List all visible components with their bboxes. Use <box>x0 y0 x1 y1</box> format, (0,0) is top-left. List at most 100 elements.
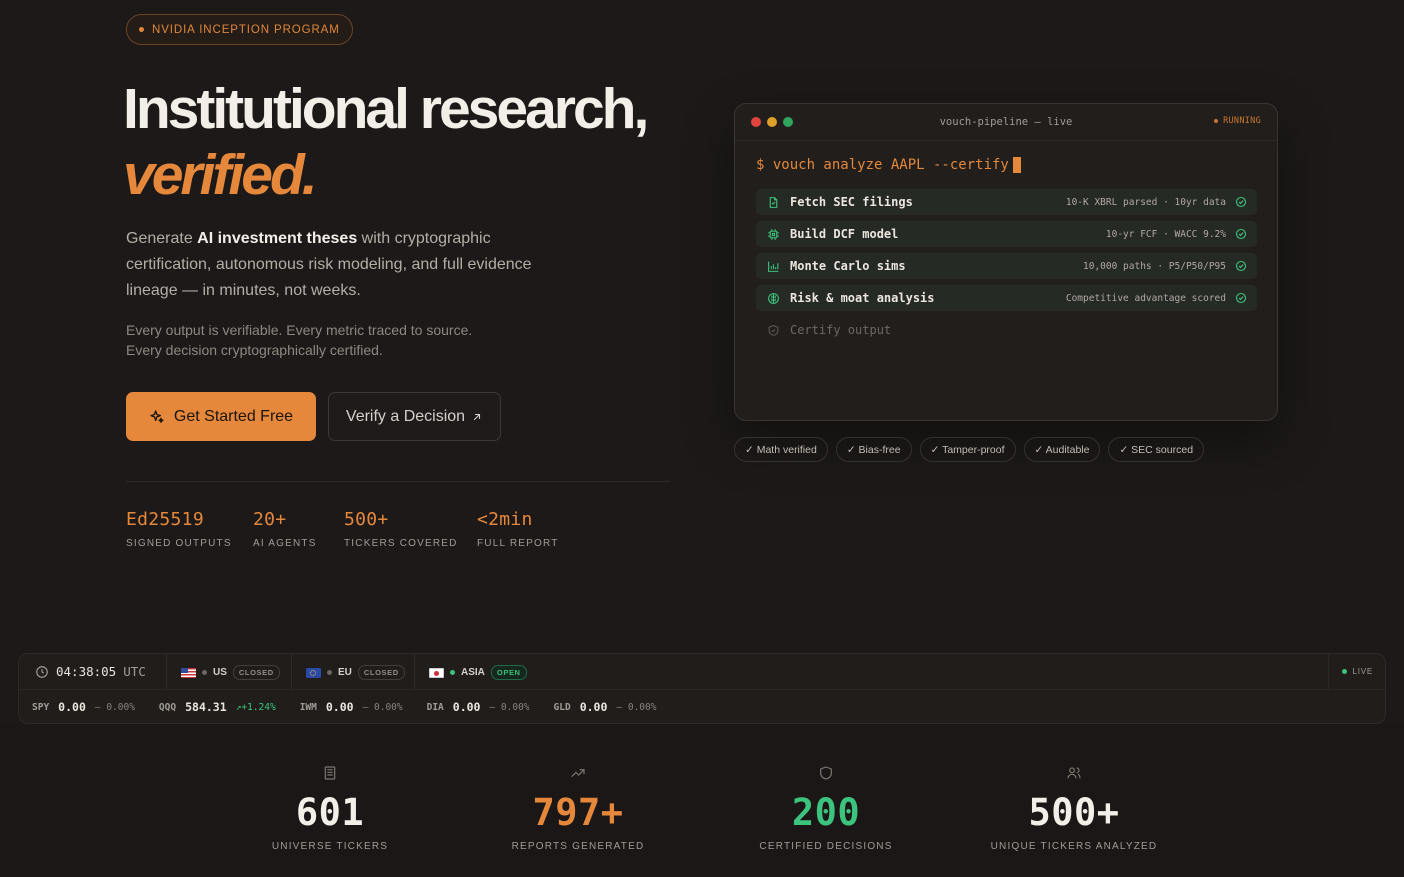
terminal-command: $ vouch analyze AAPL --certify <box>756 157 1021 173</box>
terminal-title: vouch-pipeline — live <box>939 116 1073 128</box>
badge-dot-icon <box>139 27 144 32</box>
terminal-window: vouch-pipeline — live RUNNING $ vouch an… <box>734 103 1278 421</box>
stat-unique-tickers: 500+ UNIQUE TICKERS ANALYZED <box>964 724 1184 852</box>
step-name: Fetch SEC filings <box>790 195 913 209</box>
hero-sublead: Every output is verifiable. Every metric… <box>126 320 546 360</box>
quote-spy[interactable]: SPY 0.00 — 0.00% <box>32 700 135 714</box>
divider <box>291 654 292 690</box>
sublead-line-2: Every decision cryptographically certifi… <box>126 342 383 358</box>
quote-iwm[interactable]: IWM 0.00 — 0.00% <box>300 700 403 714</box>
chip-math-verified: ✓ Math verified <box>734 437 828 462</box>
badge-label: NVIDIA INCEPTION PROGRAM <box>152 23 340 36</box>
stat-label: UNIVERSE TICKERS <box>271 841 389 852</box>
chip-bias-free: ✓ Bias-free <box>835 437 912 462</box>
step-name: Certify output <box>790 323 892 337</box>
stat-label: REPORTS GENERATED <box>511 841 645 852</box>
get-started-button[interactable]: Get Started Free <box>126 392 316 441</box>
verify-decision-button[interactable]: Verify a Decision <box>328 392 501 441</box>
region-status: CLOSED <box>232 665 280 680</box>
quote-symbol: QQQ <box>158 701 177 713</box>
stat-value: 500+ <box>344 509 389 530</box>
database-icon <box>324 766 336 780</box>
clock-tz: UTC <box>123 664 146 679</box>
hero-title: Institutional research, <box>123 77 649 141</box>
check-circle-icon <box>1235 228 1247 240</box>
quote-change: — 0.00% <box>94 701 135 713</box>
step-meta: 10,000 paths · P5/P50/P95 <box>1083 260 1226 272</box>
check-circle-icon <box>1235 292 1247 304</box>
step-meta: 10-K XBRL parsed · 10yr data <box>1065 196 1226 208</box>
japan-flag-icon <box>429 667 444 678</box>
quote-symbol: IWM <box>299 701 317 713</box>
check-circle-icon <box>1235 260 1247 272</box>
quote-symbol: DIA <box>426 701 444 713</box>
check-circle-icon <box>1235 196 1247 208</box>
step-name: Risk & moat analysis <box>790 291 935 305</box>
region-code: EU <box>338 667 352 678</box>
region-code: US <box>213 667 227 678</box>
stat-number: 200 <box>791 791 861 834</box>
stat-label: TICKERS COVERED <box>344 538 458 549</box>
hero-title-accent: verified. <box>123 143 318 207</box>
bar-chart-icon <box>766 259 780 273</box>
trending-up-icon <box>571 769 585 777</box>
arrow-up-right-icon <box>474 413 481 420</box>
stat-ai-agents: 20+ AI AGENTS <box>253 509 317 549</box>
stat-label: SIGNED OUTPUTS <box>126 538 232 549</box>
stat-signed-outputs: Ed25519 SIGNED OUTPUTS <box>126 509 232 549</box>
hero-divider <box>126 481 670 482</box>
stat-number: 797+ <box>532 791 624 834</box>
quote-gld[interactable]: GLD 0.00 — 0.00% <box>554 700 657 714</box>
verification-chips: ✓ Math verified ✓ Bias-free ✓ Tamper-pro… <box>734 437 1205 462</box>
quote-price: 0.00 <box>325 700 354 714</box>
step-name: Build DCF model <box>790 227 899 241</box>
status-dot-icon <box>327 670 332 675</box>
stat-number: 500+ <box>1028 791 1120 834</box>
region-status: CLOSED <box>357 665 405 680</box>
pipeline-step: Risk & moat analysis Competitive advanta… <box>756 285 1257 311</box>
users-icon <box>1067 767 1081 779</box>
live-dot-icon <box>1342 669 1348 674</box>
stat-value: 20+ <box>253 509 287 530</box>
quote-change: — 0.00% <box>362 701 403 713</box>
maximize-dot-icon[interactable] <box>783 117 793 127</box>
live-indicator: LIVE <box>1342 667 1373 676</box>
verify-decision-label: Verify a Decision <box>345 407 466 425</box>
eu-flag-icon <box>306 667 321 678</box>
command-text: $ vouch analyze AAPL --certify <box>756 157 1009 173</box>
terminal-titlebar: vouch-pipeline — live RUNNING <box>735 104 1277 141</box>
live-label: LIVE <box>1352 667 1373 676</box>
sparkle-icon <box>150 409 164 423</box>
sublead-line-1: Every output is verifiable. Every metric… <box>126 322 473 338</box>
program-badge: NVIDIA INCEPTION PROGRAM <box>126 14 353 45</box>
market-status-row: 04:38:05 UTC US CLOSED EU CLOSED ASIA OP… <box>19 654 1385 690</box>
stat-reports-generated: 797+ REPORTS GENERATED <box>468 724 688 852</box>
quote-symbol: SPY <box>32 701 50 713</box>
quote-price: 0.00 <box>579 700 608 714</box>
quote-change: ↗+1.24% <box>235 701 276 713</box>
market-clock: 04:38:05 UTC <box>35 664 146 679</box>
clock-icon <box>36 665 48 678</box>
stat-value: Ed25519 <box>126 509 204 530</box>
minimize-dot-icon[interactable] <box>767 117 777 127</box>
status-dot-icon <box>202 670 207 675</box>
lead-text-pre: Generate <box>126 230 198 247</box>
pipeline-step: Fetch SEC filings 10-K XBRL parsed · 10y… <box>756 189 1257 215</box>
quote-dia[interactable]: DIA 0.00 — 0.00% <box>427 700 530 714</box>
quote-price: 0.00 <box>452 700 481 714</box>
market-eu: EU CLOSED <box>306 665 405 680</box>
stat-certified-decisions: 200 CERTIFIED DECISIONS <box>716 724 936 852</box>
market-asia: ASIA OPEN <box>429 665 527 680</box>
step-meta: Competitive advantage scored <box>1065 292 1226 304</box>
pipeline-step: Monte Carlo sims 10,000 paths · P5/P50/P… <box>756 253 1257 279</box>
stat-value: <2min <box>477 509 533 530</box>
close-dot-icon[interactable] <box>751 117 761 127</box>
quote-qqq[interactable]: QQQ 584.31 ↗+1.24% <box>159 700 276 714</box>
stat-label: CERTIFIED DECISIONS <box>759 841 893 852</box>
divider <box>414 654 415 690</box>
stat-label: UNIQUE TICKERS ANALYZED <box>990 841 1158 852</box>
market-ticker-bar: 04:38:05 UTC US CLOSED EU CLOSED ASIA OP… <box>18 653 1386 724</box>
chip-auditable: ✓ Auditable <box>1023 437 1101 462</box>
stat-number: 601 <box>295 791 365 834</box>
get-started-label: Get Started Free <box>173 407 294 425</box>
